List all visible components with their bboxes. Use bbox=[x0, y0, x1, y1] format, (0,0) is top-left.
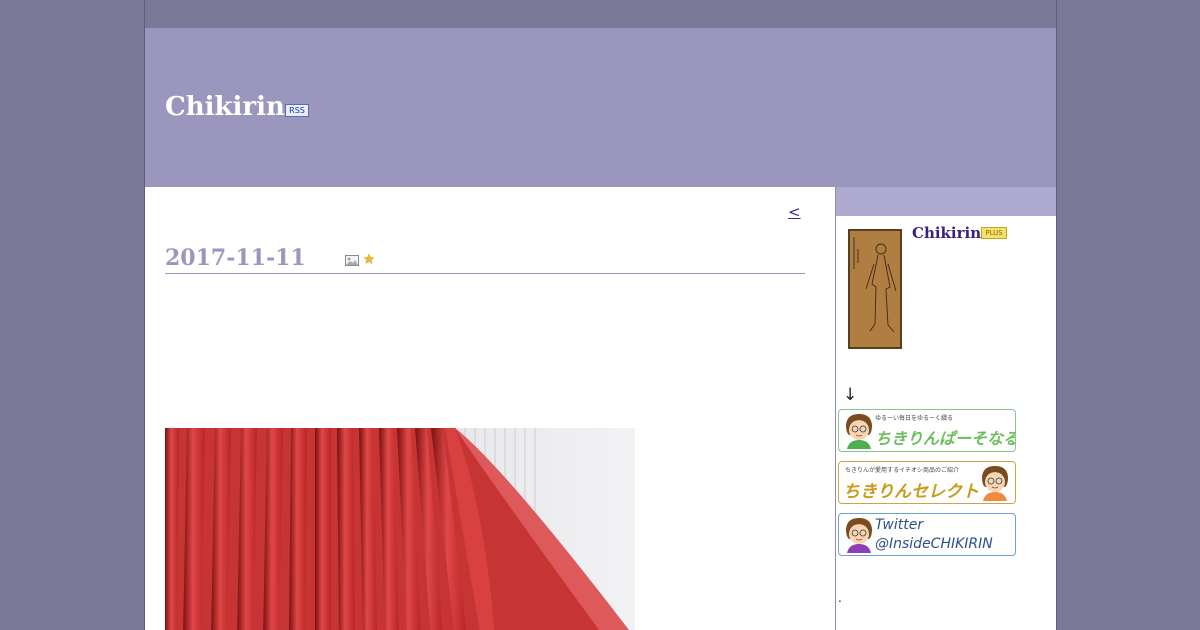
site-title[interactable]: Chikirin bbox=[165, 92, 285, 122]
banner-title: ちきりんぱーそなる bbox=[875, 429, 1016, 448]
top-bar bbox=[145, 0, 1056, 28]
cartoon-face-icon bbox=[982, 466, 1008, 501]
banner-subtitle: ゆるーい毎日をゆるーく綴る bbox=[875, 415, 954, 422]
dot-text: . bbox=[838, 591, 842, 605]
sidebar-header bbox=[836, 187, 1056, 216]
banner-chikirin-personal[interactable]: ゆるーい毎日をゆるーく綴る ちきりんぱーそなる bbox=[838, 409, 1016, 452]
cartoon-face-icon bbox=[846, 414, 872, 449]
banner-chikirin-select[interactable]: ちきりんが愛用するイチオシ商品のご紹介 ちきりんセレクト bbox=[838, 461, 1016, 504]
down-arrow: ↓ bbox=[843, 385, 858, 405]
banner-twitter[interactable]: Twitter @InsideCHIKIRIN bbox=[838, 513, 1016, 556]
prev-entry-link[interactable]: < bbox=[788, 203, 801, 221]
entry-photo bbox=[165, 428, 635, 630]
star-icon[interactable] bbox=[363, 253, 375, 265]
banner-subtitle: ちきりんが愛用するイチオシ商品のご紹介 bbox=[845, 467, 960, 474]
date-rule bbox=[165, 273, 805, 274]
entry-date[interactable]: 2017-11-11 bbox=[165, 245, 306, 271]
profile-avatar[interactable] bbox=[848, 229, 902, 349]
banner-title: Twitter @InsideCHIKIRIN bbox=[875, 516, 993, 554]
main-content: < 2017-11-11 bbox=[145, 187, 835, 630]
twitter-label: Twitter bbox=[875, 517, 924, 533]
twitter-handle: @InsideCHIKIRIN bbox=[875, 536, 993, 552]
rss-icon[interactable]: RSS bbox=[285, 104, 309, 117]
page: Chikirin RSS < 2017-11-11 Chikirin PLUS … bbox=[144, 0, 1057, 630]
photo-icon[interactable] bbox=[345, 255, 359, 266]
banner-title: ちきりんセレクト bbox=[843, 482, 979, 502]
profile-name[interactable]: Chikirin bbox=[912, 224, 981, 242]
sidebar: Chikirin PLUS ↓ ゆるーい毎日をゆるーく綴る ちきりんぱーそなる … bbox=[835, 187, 1056, 630]
plus-badge: PLUS bbox=[981, 227, 1007, 239]
cartoon-face-icon bbox=[846, 518, 872, 553]
blog-header: Chikirin RSS bbox=[145, 28, 1056, 187]
